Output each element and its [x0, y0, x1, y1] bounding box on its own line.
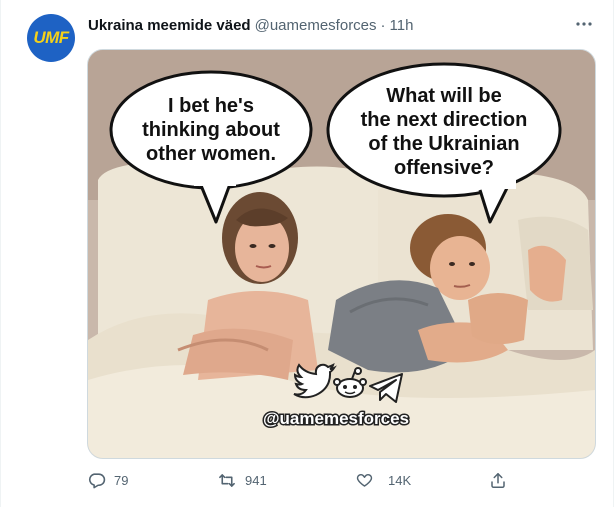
tweet-card[interactable]: UMF Ukraina meemide väed @uamemesforces …	[0, 0, 614, 507]
more-button[interactable]	[572, 12, 596, 36]
avatar-logo-text: UMF	[33, 28, 69, 47]
share-icon	[491, 472, 505, 488]
display-name[interactable]: Ukraina meemide väed	[88, 17, 251, 34]
divider	[0, 0, 1, 507]
action-bar: 79 941 14K	[87, 468, 597, 492]
bubble-right-line-2: the next direction	[361, 109, 528, 131]
tweet-header: Ukraina meemide väed @uamemesforces · 11…	[88, 14, 413, 36]
bubble-right-line-4: offensive?	[394, 157, 494, 179]
watermark-handle: @uamemesforces	[263, 409, 409, 428]
like-count: 14K	[388, 472, 412, 488]
like-icon	[356, 474, 373, 487]
timestamp[interactable]: 11h	[390, 17, 414, 34]
separator-dot: ·	[380, 16, 386, 34]
bubble-left-line-3: other women.	[146, 143, 276, 165]
retweet-icon	[219, 473, 235, 487]
tweet-image[interactable]: I bet he's thinking about other women. W…	[87, 49, 596, 459]
user-handle[interactable]: @uamemesforces	[255, 17, 377, 34]
like-button[interactable]: 14K	[355, 468, 411, 492]
reply-icon	[88, 472, 106, 488]
bubble-right-line-3: of the Ukrainian	[368, 133, 519, 155]
bubble-left-line-2: thinking about	[142, 119, 280, 141]
more-icon	[576, 22, 592, 26]
share-button[interactable]	[489, 468, 507, 492]
reply-button[interactable]: 79	[87, 468, 128, 492]
bubble-left-line-1: I bet he's	[168, 95, 254, 117]
meme-image: I bet he's thinking about other women. W…	[88, 50, 595, 458]
reply-count: 79	[114, 472, 129, 488]
bubble-right-line-1: What will be	[386, 85, 502, 107]
retweet-button[interactable]: 941	[217, 468, 267, 492]
retweet-count: 941	[245, 472, 267, 488]
avatar[interactable]: UMF	[27, 14, 75, 62]
